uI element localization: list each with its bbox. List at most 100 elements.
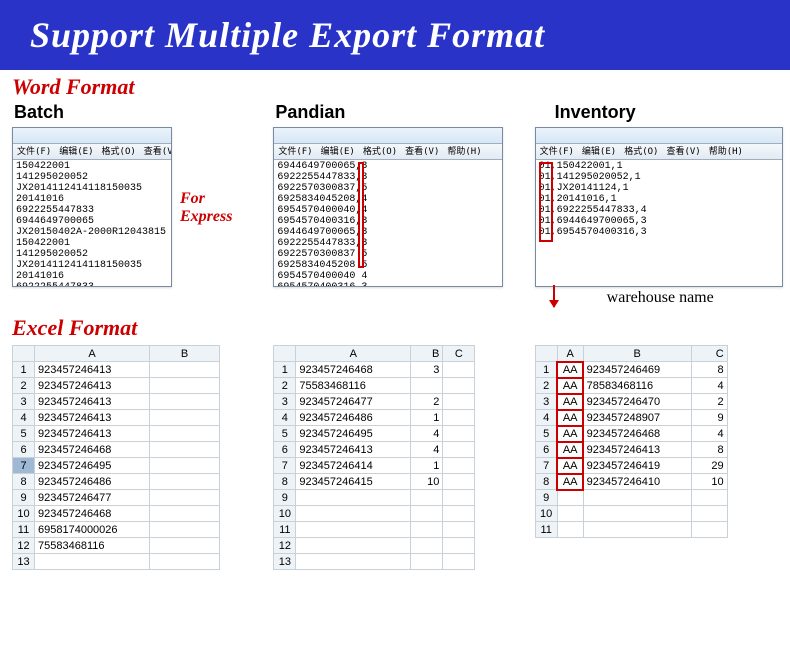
cell[interactable] <box>150 394 220 410</box>
col-header[interactable]: A <box>35 346 150 362</box>
cell[interactable] <box>411 522 443 538</box>
row-number[interactable]: 1 <box>274 362 296 378</box>
cell[interactable] <box>296 490 411 506</box>
menu-help[interactable]: 帮助(H) <box>709 147 743 157</box>
cell[interactable] <box>411 554 443 570</box>
cell[interactable]: 923457246495 <box>296 426 411 442</box>
row-number[interactable]: 9 <box>274 490 296 506</box>
cell[interactable] <box>150 378 220 394</box>
cell[interactable]: 923457248907 <box>583 410 691 426</box>
cell[interactable] <box>691 522 727 538</box>
menu-view[interactable]: 查看(V) <box>666 147 700 157</box>
row-number[interactable]: 5 <box>274 426 296 442</box>
cell[interactable]: 2 <box>691 394 727 410</box>
menu-help[interactable]: 帮助(H) <box>447 147 481 157</box>
row-number[interactable]: 10 <box>535 506 557 522</box>
cell[interactable]: 4 <box>691 426 727 442</box>
cell[interactable] <box>150 474 220 490</box>
cell[interactable]: 923457246468 <box>583 426 691 442</box>
cell[interactable]: 923457246477 <box>35 490 150 506</box>
cell[interactable] <box>443 554 475 570</box>
row-number[interactable]: 2 <box>535 378 557 394</box>
col-header[interactable] <box>535 346 557 362</box>
cell[interactable]: 10 <box>411 474 443 490</box>
col-header[interactable]: C <box>691 346 727 362</box>
row-number[interactable]: 6 <box>274 442 296 458</box>
cell[interactable]: 923457246415 <box>296 474 411 490</box>
cell[interactable]: 923457246413 <box>35 426 150 442</box>
row-number[interactable]: 11 <box>274 522 296 538</box>
cell[interactable]: 75583468116 <box>296 378 411 394</box>
row-number[interactable]: 4 <box>274 410 296 426</box>
cell[interactable]: 8 <box>691 362 727 378</box>
cell[interactable]: 75583468116 <box>35 538 150 554</box>
cell[interactable] <box>296 522 411 538</box>
cell[interactable]: 923457246413 <box>35 362 150 378</box>
cell[interactable] <box>443 506 475 522</box>
cell[interactable] <box>296 506 411 522</box>
cell[interactable] <box>296 554 411 570</box>
cell[interactable]: 29 <box>691 458 727 474</box>
menu-edit[interactable]: 编辑(E) <box>59 147 93 157</box>
cell[interactable] <box>150 538 220 554</box>
cell[interactable] <box>411 490 443 506</box>
cell[interactable]: 1 <box>411 458 443 474</box>
row-number[interactable]: 7 <box>535 458 557 474</box>
cell[interactable]: 923457246486 <box>35 474 150 490</box>
cell[interactable]: AA <box>557 410 583 426</box>
cell[interactable] <box>411 538 443 554</box>
cell[interactable] <box>583 506 691 522</box>
cell[interactable]: 923457246470 <box>583 394 691 410</box>
row-number[interactable]: 7 <box>274 458 296 474</box>
cell[interactable]: 923457246495 <box>35 458 150 474</box>
row-number[interactable]: 5 <box>535 426 557 442</box>
cell[interactable]: AA <box>557 474 583 490</box>
cell[interactable]: 923457246413 <box>35 378 150 394</box>
cell[interactable] <box>150 426 220 442</box>
cell[interactable] <box>296 538 411 554</box>
cell[interactable] <box>557 506 583 522</box>
cell[interactable]: 923457246469 <box>583 362 691 378</box>
menu-file[interactable]: 文件(F) <box>17 147 51 157</box>
row-number[interactable]: 7 <box>13 458 35 474</box>
row-number[interactable]: 9 <box>535 490 557 506</box>
col-header[interactable]: A <box>296 346 411 362</box>
cell[interactable]: 923457246414 <box>296 458 411 474</box>
row-number[interactable]: 8 <box>535 474 557 490</box>
cell[interactable] <box>150 522 220 538</box>
menu-format[interactable]: 格式(O) <box>624 147 658 157</box>
row-number[interactable]: 12 <box>13 538 35 554</box>
menu-edit[interactable]: 编辑(E) <box>582 147 616 157</box>
row-number[interactable]: 5 <box>13 426 35 442</box>
cell[interactable]: 8 <box>691 442 727 458</box>
row-number[interactable]: 6 <box>13 442 35 458</box>
cell[interactable] <box>150 490 220 506</box>
row-number[interactable]: 2 <box>13 378 35 394</box>
cell[interactable]: AA <box>557 394 583 410</box>
row-number[interactable]: 3 <box>274 394 296 410</box>
cell[interactable] <box>443 394 475 410</box>
cell[interactable] <box>150 410 220 426</box>
menu-view[interactable]: 查看(V) <box>405 147 439 157</box>
col-header[interactable]: C <box>443 346 475 362</box>
cell[interactable] <box>691 506 727 522</box>
cell[interactable]: 923457246413 <box>583 442 691 458</box>
cell[interactable] <box>443 442 475 458</box>
cell[interactable]: 923457246486 <box>296 410 411 426</box>
cell[interactable]: AA <box>557 362 583 378</box>
menu-format[interactable]: 格式(O) <box>363 147 397 157</box>
cell[interactable] <box>583 522 691 538</box>
cell[interactable]: 923457246419 <box>583 458 691 474</box>
cell[interactable]: 923457246477 <box>296 394 411 410</box>
row-number[interactable]: 8 <box>13 474 35 490</box>
cell[interactable]: 1 <box>411 410 443 426</box>
cell[interactable] <box>557 522 583 538</box>
cell[interactable]: 6958174000026 <box>35 522 150 538</box>
menu-file[interactable]: 文件(F) <box>540 147 574 157</box>
row-number[interactable]: 4 <box>535 410 557 426</box>
cell[interactable] <box>583 490 691 506</box>
cell[interactable]: 923457246410 <box>583 474 691 490</box>
row-number[interactable]: 4 <box>13 410 35 426</box>
cell[interactable]: 923457246413 <box>296 442 411 458</box>
row-number[interactable]: 11 <box>535 522 557 538</box>
